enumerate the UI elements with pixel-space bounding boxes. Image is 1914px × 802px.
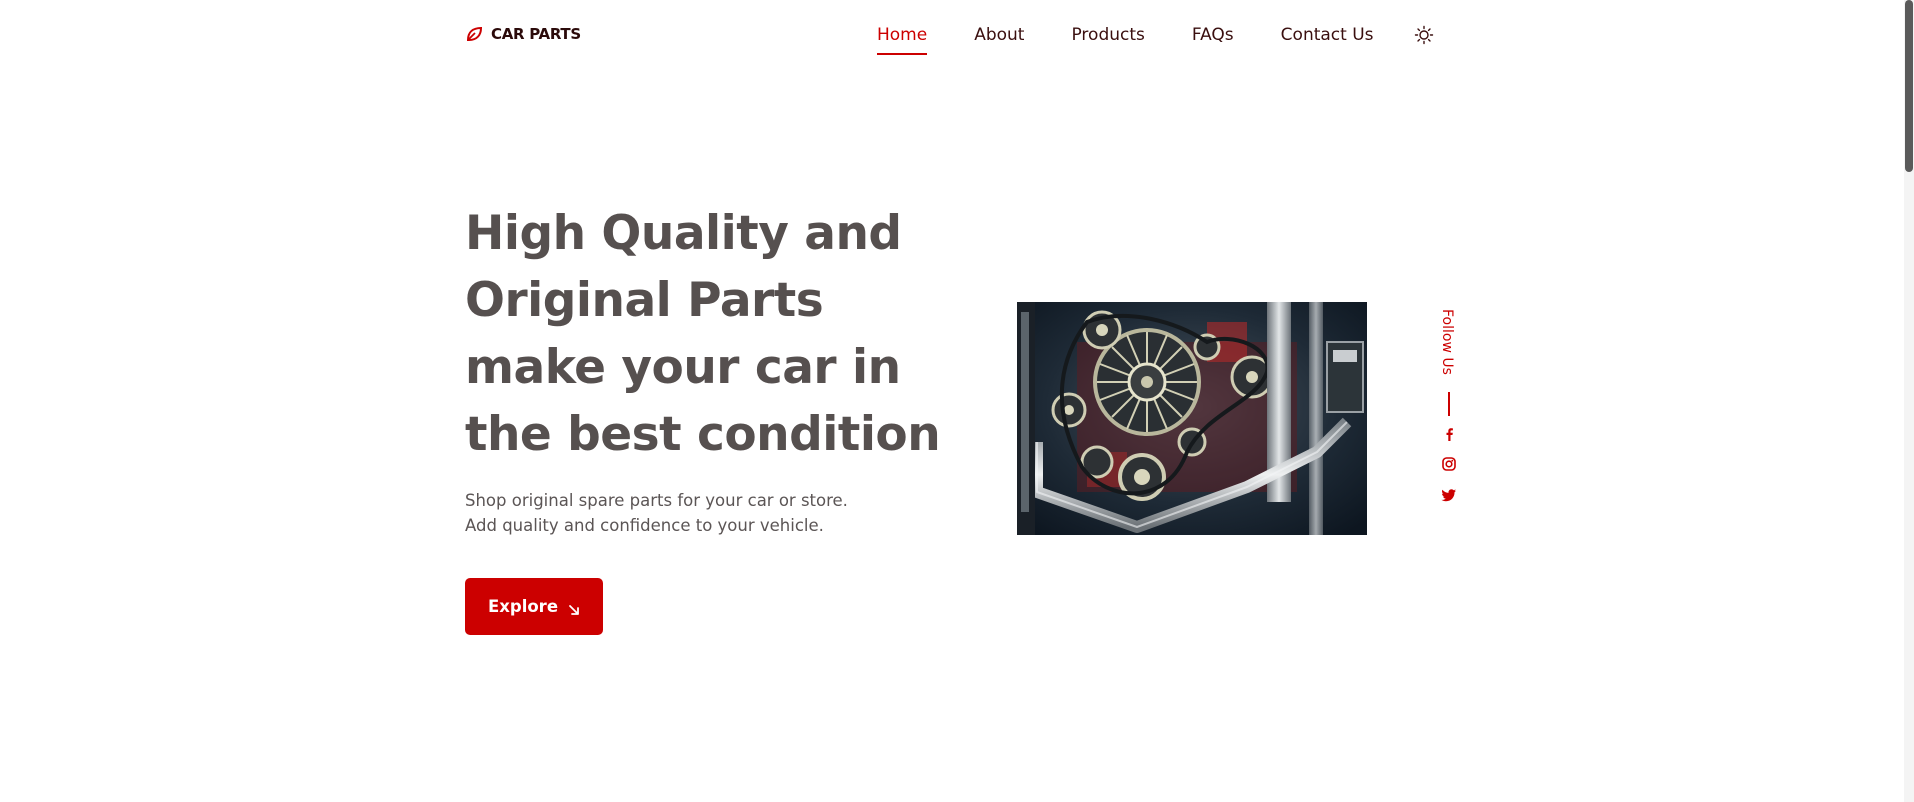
engine-image [1017, 302, 1367, 535]
hero-title-line: Original Parts [465, 273, 824, 328]
hero-title-line: make your car in [465, 340, 901, 395]
nav-item-home[interactable]: Home [877, 25, 928, 55]
hero-title-line: the best condition [465, 407, 941, 462]
hero-description-line: Add quality and confidence to your vehic… [465, 516, 824, 535]
hero-title-line: High Quality and [465, 206, 902, 261]
nav-item-about[interactable]: About [974, 25, 1024, 45]
hero-description-line: Shop original spare parts for your car o… [465, 491, 848, 510]
site-header: CAR PARTS Home About Products FAQs Conta… [465, 0, 1435, 70]
explore-button-label: Explore [487, 597, 559, 616]
logo-link[interactable]: CAR PARTS [465, 25, 581, 43]
arrow-down-right-icon [568, 601, 580, 615]
instagram-icon[interactable] [1441, 456, 1457, 472]
hero-title: High Quality and Original Parts make you… [465, 200, 945, 468]
explore-button[interactable]: Explore [465, 578, 603, 635]
page: CAR PARTS Home About Products FAQs Conta… [0, 0, 1914, 802]
hero-description: Shop original spare parts for your car o… [465, 488, 885, 538]
sun-icon[interactable] [1413, 24, 1435, 46]
twitter-icon[interactable] [1441, 487, 1457, 503]
leaf-icon [465, 25, 483, 43]
brand-name: CAR PARTS [491, 25, 581, 43]
page-scrollbar[interactable] [1904, 0, 1914, 802]
divider [1448, 392, 1450, 416]
nav-item-faqs[interactable]: FAQs [1192, 25, 1234, 45]
main-nav: Home About Products FAQs Contact Us [877, 0, 1421, 70]
social-sidebar: Follow Us [1435, 305, 1463, 515]
nav-item-contact-us[interactable]: Contact Us [1281, 25, 1374, 45]
facebook-icon[interactable] [1441, 426, 1457, 442]
nav-item-products[interactable]: Products [1071, 25, 1144, 45]
follow-us-label: Follow Us [1439, 309, 1455, 375]
scrollbar-thumb[interactable] [1905, 0, 1913, 172]
